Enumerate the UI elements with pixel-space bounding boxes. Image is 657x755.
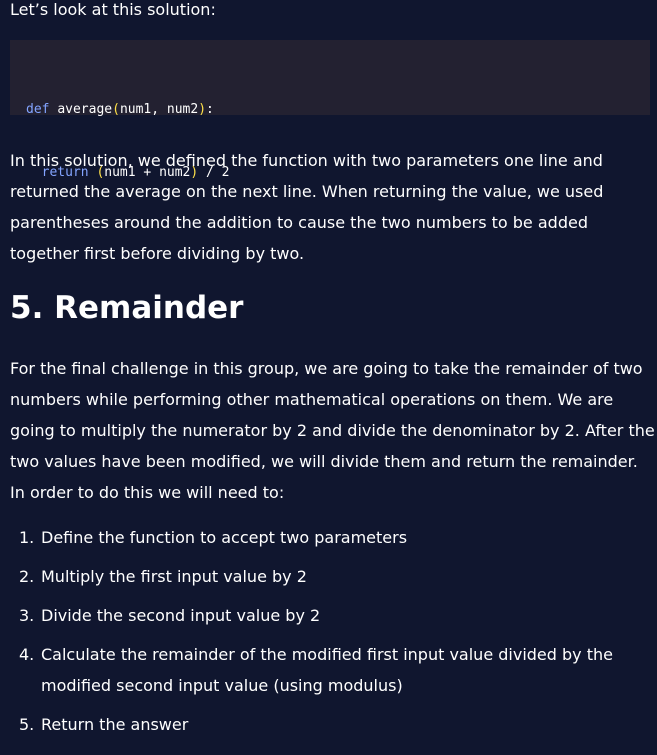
step-item: 3. Divide the second input value by 2 [0, 600, 650, 631]
step-item: 4. Calculate the remainder of the modifi… [0, 639, 650, 701]
intro-text: Let’s look at this solution: [10, 0, 216, 19]
explanation-paragraph: In this solution, we defined the functio… [10, 151, 604, 263]
code-paren-open: ( [112, 102, 120, 117]
step-text: Return the answer [41, 715, 189, 734]
step-text: Calculate the remainder of the modified … [41, 645, 613, 695]
step-item: 5. Return the answer [0, 709, 650, 740]
code-keyword-def: def [26, 102, 50, 117]
step-number: 4. [19, 645, 35, 664]
step-number: 5. [19, 715, 35, 734]
step-text: Divide the second input value by 2 [41, 606, 321, 625]
section-body-paragraph: For the final challenge in this group, w… [10, 359, 655, 502]
step-text: Multiply the first input value by 2 [41, 567, 307, 586]
article-page: Let’s look at this solution: def average… [0, 0, 657, 755]
code-params: num1, num2 [119, 102, 199, 117]
code-block: def average(num1, num2): return (num1 + … [10, 40, 650, 180]
code-function-name: average [57, 102, 113, 117]
step-number: 1. [19, 528, 35, 547]
step-text: Define the function to accept two parame… [41, 528, 408, 547]
step-item: 1. Define the function to accept two par… [0, 522, 650, 553]
section-heading: 5. Remainder [10, 290, 244, 326]
steps-list: 1. Define the function to accept two par… [0, 522, 650, 748]
step-number: 3. [19, 606, 35, 625]
code-paren-close: ) [198, 102, 207, 117]
step-item: 2. Multiply the first input value by 2 [0, 561, 650, 592]
step-number: 2. [19, 567, 35, 586]
code-line-1: def average(num1, num2): [26, 99, 650, 120]
code-colon: : [206, 102, 214, 117]
